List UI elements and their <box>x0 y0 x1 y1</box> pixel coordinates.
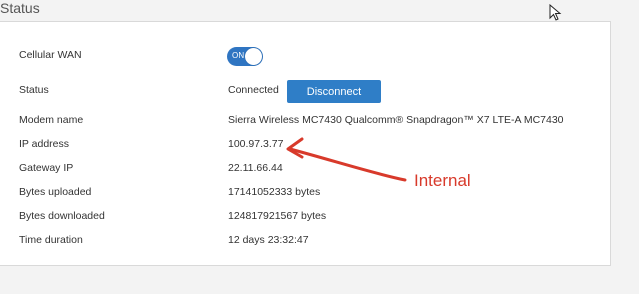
time-duration-row: Time duration 12 days 23:32:47 <box>0 231 610 251</box>
modem-name-row: Modem name Sierra Wireless MC7430 Qualco… <box>0 111 610 131</box>
bytes-uploaded-row: Bytes uploaded 17141052333 bytes <box>0 183 610 203</box>
gateway-ip-value: 22.11.66.44 <box>228 162 283 174</box>
status-label: Status <box>19 84 49 96</box>
mouse-cursor-icon <box>549 4 562 21</box>
bytes-downloaded-value: 124817921567 bytes <box>228 210 327 222</box>
annotation-arrow-icon <box>286 137 407 182</box>
disconnect-button[interactable]: Disconnect <box>287 80 381 103</box>
toggle-on-text: ON <box>232 51 245 60</box>
ip-address-label: IP address <box>19 138 70 150</box>
gateway-ip-label: Gateway IP <box>19 162 74 174</box>
modem-name-label: Modem name <box>19 114 84 126</box>
bytes-uploaded-label: Bytes uploaded <box>19 186 92 198</box>
status-row: Status Connected Disconnect <box>0 80 610 103</box>
page-header: Status <box>0 0 639 22</box>
annotation-label: Internal <box>414 171 471 190</box>
toggle-knob <box>245 48 262 65</box>
bytes-uploaded-value: 17141052333 bytes <box>228 186 321 198</box>
cellular-wan-label: Cellular WAN <box>19 49 82 61</box>
page-title: Status <box>0 0 40 16</box>
time-duration-value: 12 days 23:32:47 <box>228 234 309 246</box>
bytes-downloaded-label: Bytes downloaded <box>19 210 105 222</box>
ip-address-value: 100.97.3.77 <box>228 138 284 150</box>
status-value: Connected <box>228 84 279 96</box>
bytes-downloaded-row: Bytes downloaded 124817921567 bytes <box>0 207 610 227</box>
time-duration-label: Time duration <box>19 234 83 246</box>
modem-name-value: Sierra Wireless MC7430 Qualcomm® Snapdra… <box>228 114 564 126</box>
cellular-wan-row: Cellular WAN ON <box>0 46 610 66</box>
cellular-wan-toggle[interactable]: ON <box>227 47 263 66</box>
